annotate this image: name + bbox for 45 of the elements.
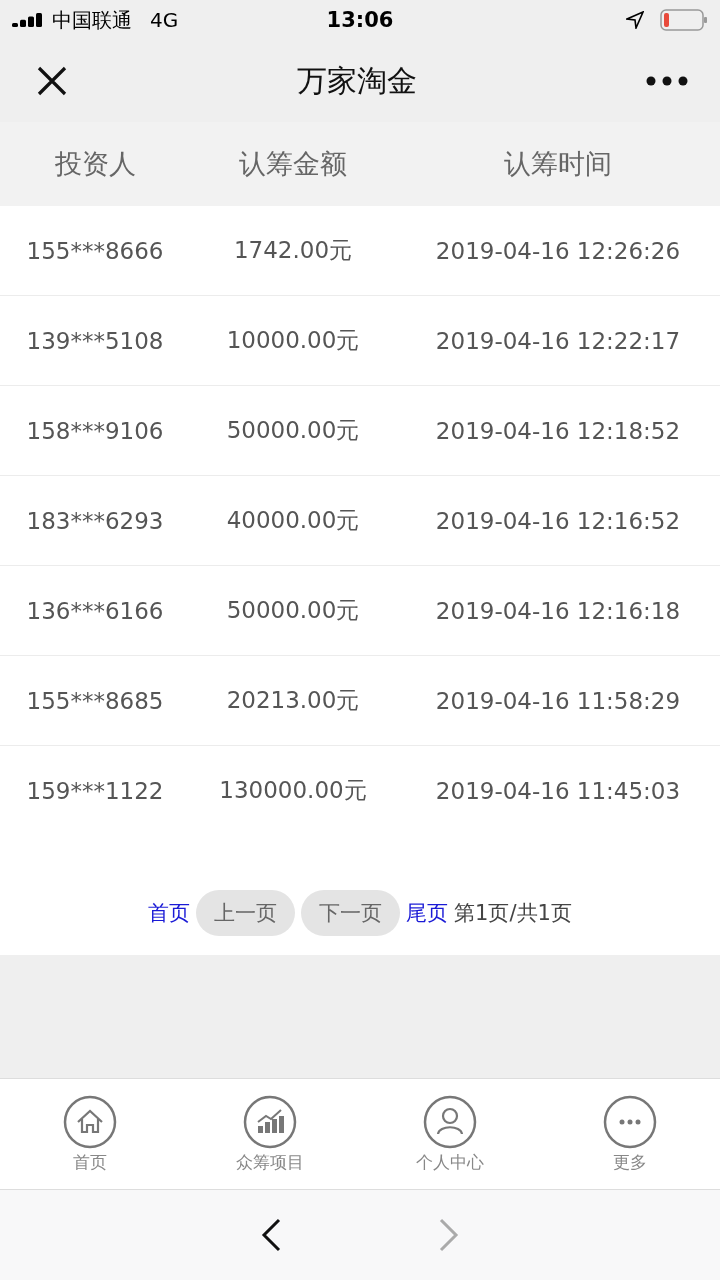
carrier-name: 中国联通: [52, 6, 132, 34]
table-cell-text: 159***1122: [25, 777, 165, 804]
table-cell-text: 2019-04-16 12:26:26: [434, 237, 682, 264]
table-cell-text: 50000.00元: [225, 416, 361, 445]
tab-bar-item[interactable]: 众筹项目: [180, 1079, 360, 1189]
bar-chart-icon: [243, 1094, 297, 1149]
tab-bar-item[interactable]: 更多: [540, 1079, 720, 1189]
battery-icon: [660, 9, 708, 31]
table-cell-text: 130000.00元: [218, 776, 368, 805]
tab-bar-item[interactable]: 个人中心: [360, 1079, 540, 1189]
home-icon: [63, 1094, 117, 1149]
table-cell-text: 139***5108: [25, 327, 165, 354]
table-cell-text: 1742.00元: [232, 236, 354, 265]
table-cell-text: 136***6166: [25, 597, 165, 624]
table-cell-text: 2019-04-16 11:58:29: [434, 687, 682, 714]
more-icon[interactable]: [646, 76, 688, 86]
table-cell-text: 50000.00元: [225, 596, 361, 625]
table-cell-text: 20213.00元: [225, 686, 361, 715]
column-header: 投资人: [53, 147, 137, 181]
more-icon: [603, 1094, 657, 1149]
network-type: 4G: [150, 8, 179, 32]
location-arrow-icon: [626, 11, 644, 29]
page-info: 第1页/共1页: [454, 900, 572, 927]
first-page-link[interactable]: 首页: [148, 899, 191, 927]
next-page-button[interactable]: 下一页: [301, 890, 401, 936]
column-header: 认筹金额: [238, 147, 348, 181]
close-icon[interactable]: [36, 65, 68, 97]
table-cell-text: 40000.00元: [225, 506, 361, 535]
column-header: 认筹时间: [503, 147, 613, 181]
table-cell-text: 183***6293: [25, 507, 165, 534]
table-cell-text: 10000.00元: [225, 326, 361, 355]
last-page-link[interactable]: 尾页: [406, 899, 449, 927]
previous-page-button[interactable]: 上一页: [196, 890, 296, 936]
table-cell-text: 155***8666: [25, 237, 165, 264]
table-cell-text: 2019-04-16 12:16:18: [434, 597, 682, 624]
page-title: 万家淘金: [297, 61, 417, 100]
table-cell-text: 155***8685: [25, 687, 165, 714]
table-cell-text: 2019-04-16 12:18:52: [434, 417, 682, 444]
clock-time: 13:06: [326, 8, 394, 32]
table-cell-text: 2019-04-16 12:22:17: [434, 327, 682, 354]
tab-bar-item[interactable]: 首页: [0, 1079, 180, 1189]
table-cell-text: 2019-04-16 11:45:03: [434, 777, 682, 804]
person-icon: [423, 1094, 477, 1149]
table-cell-text: 158***9106: [25, 417, 165, 444]
table-cell-text: 2019-04-16 12:16:52: [434, 507, 682, 534]
